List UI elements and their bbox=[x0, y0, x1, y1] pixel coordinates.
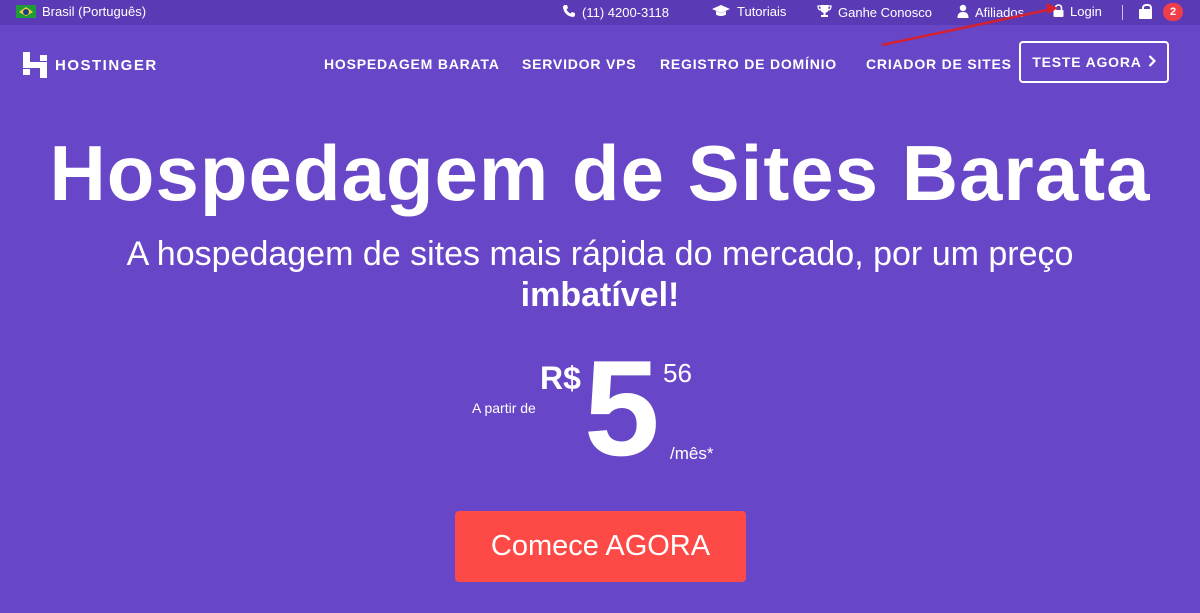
login-link[interactable]: Login bbox=[1053, 4, 1102, 19]
nav-site-builder[interactable]: CRIADOR DE SITES bbox=[866, 56, 1012, 72]
hostinger-logo-icon bbox=[23, 52, 47, 78]
logo-text: HOSTINGER bbox=[55, 56, 158, 74]
phone-number: (11) 4200-3118 bbox=[582, 4, 669, 20]
tutorials-link[interactable]: Tutoriais bbox=[711, 4, 786, 19]
brazil-flag-icon bbox=[16, 5, 36, 18]
language-selector[interactable]: Brasil (Português) bbox=[16, 4, 146, 19]
price-currency: R$ bbox=[540, 360, 581, 396]
trophy-icon bbox=[817, 4, 832, 20]
phone-link[interactable]: (11) 4200-3118 bbox=[562, 4, 669, 20]
nav-vps-server[interactable]: SERVIDOR VPS bbox=[522, 56, 636, 72]
try-now-button[interactable]: TESTE AGORA bbox=[1019, 41, 1169, 83]
hostinger-logo[interactable]: HOSTINGER bbox=[23, 52, 158, 78]
tutorials-label: Tutoriais bbox=[737, 4, 787, 19]
try-now-label: TESTE AGORA bbox=[1032, 54, 1142, 70]
top-bar: Brasil (Português) (11) 4200-3118 Tutori… bbox=[0, 0, 1200, 25]
price-from-label: A partir de bbox=[472, 400, 536, 416]
divider bbox=[1122, 5, 1123, 20]
cart-count-badge: 2 bbox=[1163, 3, 1183, 21]
affiliates-label: Afiliados bbox=[975, 4, 1025, 20]
graduation-cap-icon bbox=[711, 4, 731, 19]
earn-link[interactable]: Ganhe Conosco bbox=[817, 4, 932, 20]
shopping-bag-icon[interactable] bbox=[1138, 3, 1154, 21]
start-now-button[interactable]: Comece AGORA bbox=[455, 511, 746, 582]
phone-icon bbox=[562, 4, 576, 20]
language-label: Brasil (Português) bbox=[42, 4, 147, 19]
lock-icon bbox=[1053, 4, 1064, 19]
earn-label: Ganhe Conosco bbox=[838, 4, 932, 20]
price-integer: 5 bbox=[584, 332, 660, 484]
user-icon bbox=[957, 4, 969, 20]
affiliates-link[interactable]: Afiliados bbox=[957, 4, 1024, 20]
hero-subtitle-emphasis: imbatível! bbox=[520, 276, 680, 314]
nav-domain-registration[interactable]: REGISTRO DE DOMÍNIO bbox=[660, 56, 837, 72]
price-cents: 56 bbox=[663, 358, 692, 388]
chevron-right-icon bbox=[1148, 54, 1156, 70]
login-label: Login bbox=[1070, 4, 1102, 19]
nav-cheap-hosting[interactable]: HOSPEDAGEM BARATA bbox=[324, 56, 500, 72]
page-title: Hospedagem de Sites Barata bbox=[49, 129, 1151, 217]
hero-subtitle: A hospedagem de sites mais rápida do mer… bbox=[126, 235, 1074, 273]
price-period: /mês* bbox=[670, 444, 714, 463]
